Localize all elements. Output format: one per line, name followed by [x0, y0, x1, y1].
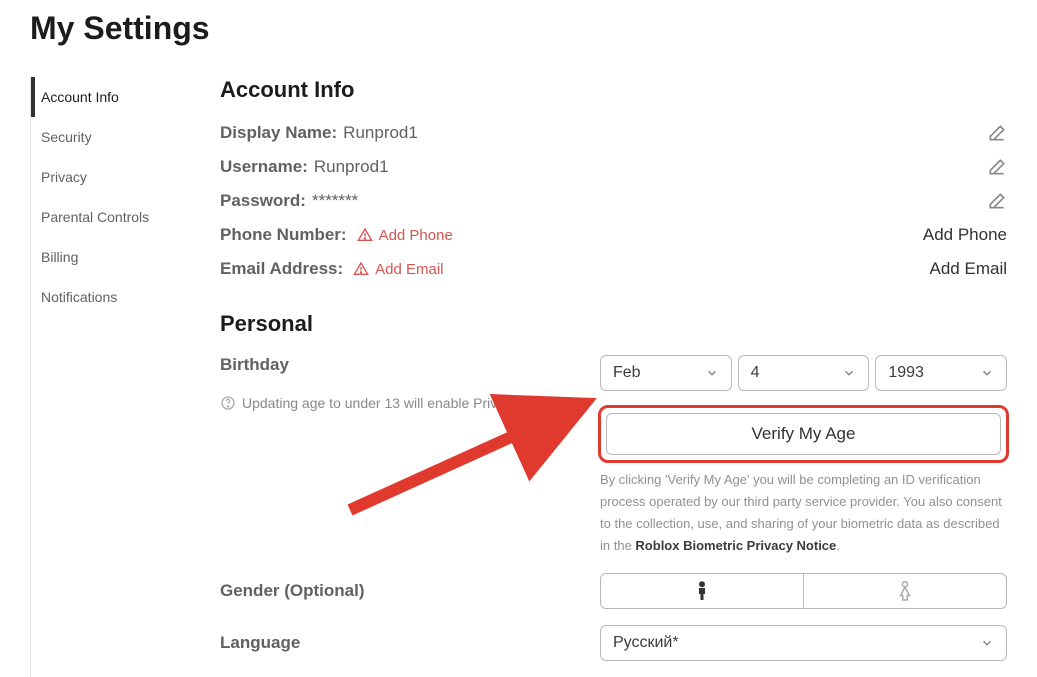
gender-female-button[interactable] — [804, 573, 1007, 609]
birthday-month-value: Feb — [613, 364, 641, 382]
display-name-label: Display Name: — [220, 123, 337, 143]
password-label: Password: — [220, 191, 306, 211]
add-phone-button[interactable]: Add Phone — [923, 225, 1007, 245]
disclaimer-text-post: . — [836, 538, 840, 553]
sidebar-item-security[interactable]: Security — [31, 117, 190, 157]
chevron-down-icon — [980, 636, 994, 650]
birthday-day-value: 4 — [751, 364, 760, 382]
sidebar-item-privacy[interactable]: Privacy — [31, 157, 190, 197]
info-icon — [220, 395, 236, 411]
chevron-down-icon — [980, 366, 994, 380]
age-hint-text: Updating age to under 13 will enable Pri… — [242, 395, 562, 411]
username-value: Runprod1 — [314, 157, 389, 177]
phone-number-label: Phone Number: — [220, 225, 347, 245]
sidebar-item-parental-controls[interactable]: Parental Controls — [31, 197, 190, 237]
gender-male-button[interactable] — [600, 573, 804, 609]
chevron-down-icon — [705, 366, 719, 380]
edit-username-icon[interactable] — [987, 157, 1007, 177]
sidebar-item-billing[interactable]: Billing — [31, 237, 190, 277]
add-email-button[interactable]: Add Email — [930, 259, 1007, 279]
language-select[interactable]: Русский* — [600, 625, 1007, 661]
account-info-heading: Account Info — [220, 77, 1007, 103]
birthday-year-select[interactable]: 1993 — [875, 355, 1007, 391]
email-address-label: Email Address: — [220, 259, 343, 279]
settings-sidebar: Account Info Security Privacy Parental C… — [30, 77, 190, 677]
edit-display-name-icon[interactable] — [987, 123, 1007, 143]
birthday-day-select[interactable]: 4 — [738, 355, 870, 391]
personal-heading: Personal — [220, 311, 1007, 337]
verify-my-age-button[interactable]: Verify My Age — [606, 413, 1001, 455]
male-icon — [693, 580, 711, 602]
add-email-link[interactable]: Add Email — [375, 261, 443, 278]
sidebar-item-notifications[interactable]: Notifications — [31, 277, 190, 317]
birthday-label: Birthday — [220, 355, 600, 375]
username-label: Username: — [220, 157, 308, 177]
female-icon — [896, 580, 914, 602]
display-name-value: Runprod1 — [343, 123, 418, 143]
language-label: Language — [220, 633, 600, 653]
biometric-privacy-notice-link[interactable]: Roblox Biometric Privacy Notice — [635, 538, 836, 553]
birthday-year-value: 1993 — [888, 364, 924, 382]
chevron-down-icon — [842, 366, 856, 380]
sidebar-item-account-info[interactable]: Account Info — [31, 77, 190, 117]
password-value: ******* — [312, 191, 358, 211]
add-phone-link[interactable]: Add Phone — [379, 227, 453, 244]
language-value: Русский* — [613, 634, 679, 652]
warning-icon — [357, 227, 373, 243]
edit-password-icon[interactable] — [987, 191, 1007, 211]
page-title: My Settings — [30, 10, 1007, 47]
verify-disclaimer: By clicking 'Verify My Age' you will be … — [600, 469, 1007, 557]
warning-icon — [353, 261, 369, 277]
birthday-month-select[interactable]: Feb — [600, 355, 732, 391]
gender-label: Gender (Optional) — [220, 581, 600, 601]
